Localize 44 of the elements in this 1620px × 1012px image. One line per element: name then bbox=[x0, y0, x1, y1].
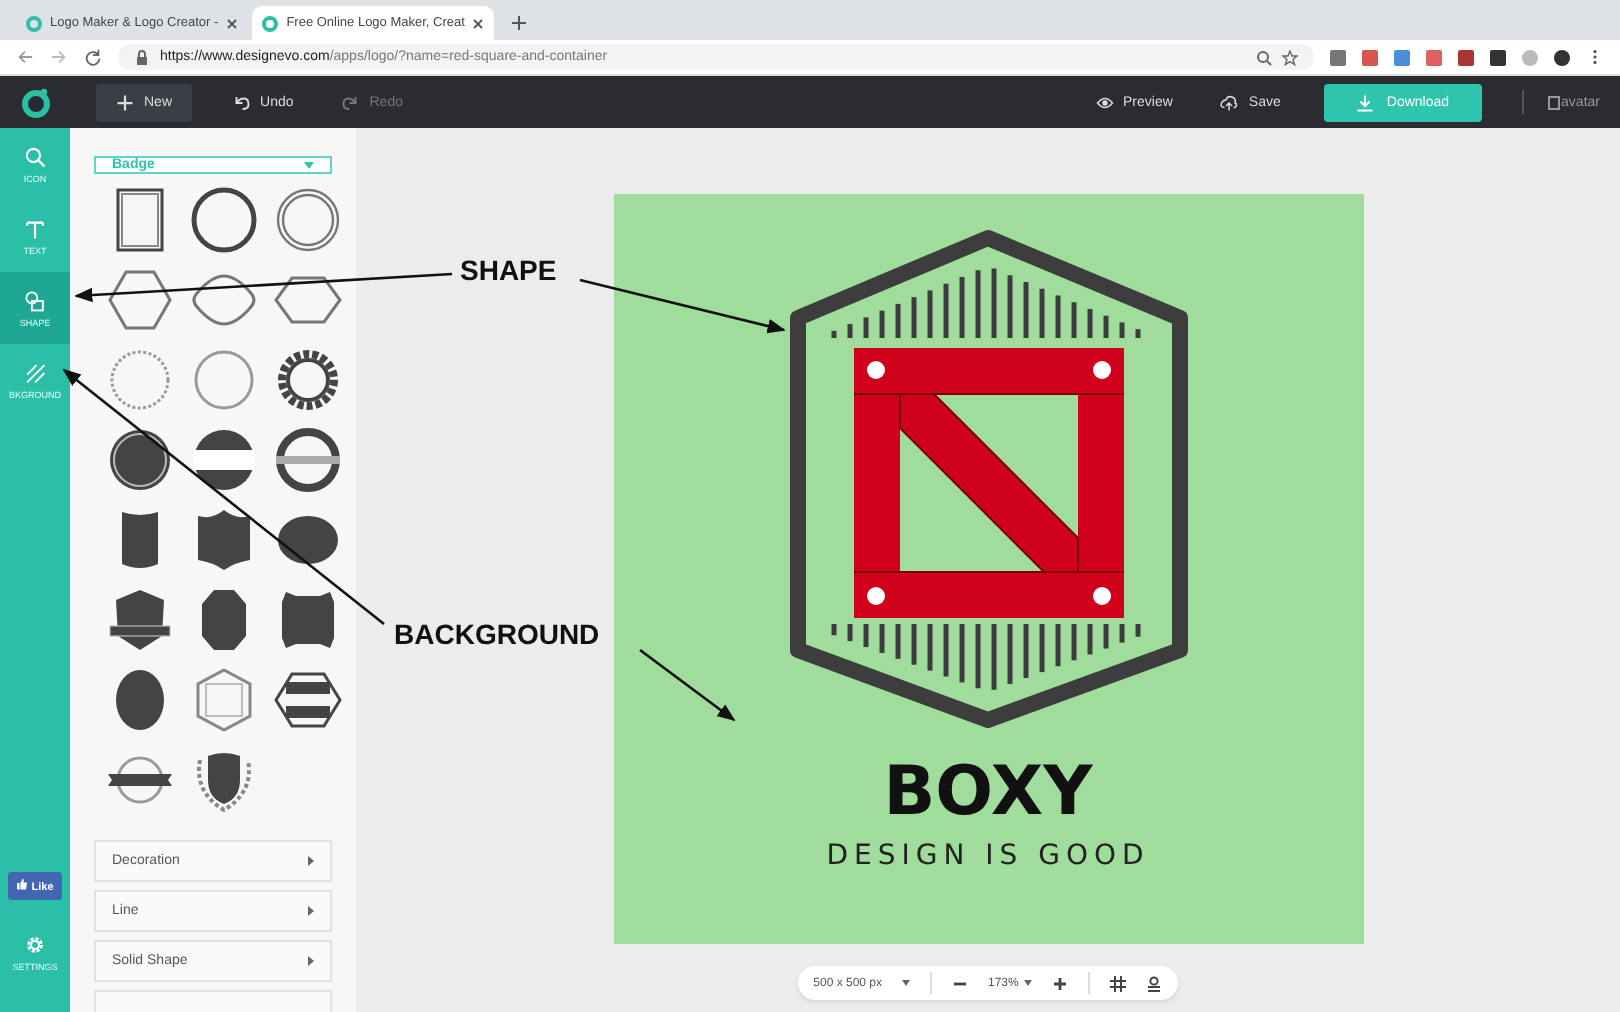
thumbs-up-icon bbox=[16, 878, 29, 890]
shapes-icon bbox=[24, 289, 46, 311]
zoom-icon[interactable] bbox=[1256, 49, 1272, 65]
back-icon[interactable] bbox=[16, 48, 34, 66]
badge-shape-icon[interactable] bbox=[272, 344, 344, 416]
caret-icon[interactable] bbox=[1024, 980, 1033, 986]
text-icon bbox=[24, 217, 46, 239]
undo-icon bbox=[232, 93, 251, 111]
settings-icon bbox=[24, 933, 46, 955]
redo-icon bbox=[341, 93, 360, 111]
lock-icon bbox=[134, 49, 150, 65]
grid-icon[interactable] bbox=[1110, 975, 1127, 991]
annotation-label: BACKGROUND bbox=[394, 618, 600, 650]
caret-icon bbox=[308, 856, 314, 866]
plus-icon bbox=[116, 93, 134, 111]
stamp-icon[interactable] bbox=[1146, 975, 1163, 991]
site-icon bbox=[262, 15, 279, 31]
search-icon bbox=[24, 145, 46, 167]
app-logo[interactable] bbox=[20, 86, 52, 118]
caret-icon bbox=[308, 956, 314, 966]
logo-slogan: DESIGN IS GOOD bbox=[826, 840, 1150, 872]
caret-icon bbox=[304, 161, 314, 169]
annotation-label: SHAPE bbox=[460, 254, 557, 286]
caret-icon[interactable] bbox=[902, 980, 910, 986]
badge-shape-icon[interactable] bbox=[104, 424, 176, 496]
hatch-icon bbox=[24, 361, 46, 383]
badge-shape-icon[interactable] bbox=[188, 184, 260, 256]
profile-avatar[interactable] bbox=[1554, 49, 1570, 65]
download-icon bbox=[1356, 93, 1375, 111]
cloud-upload-icon bbox=[1220, 93, 1239, 111]
logo-name: BOXY bbox=[883, 752, 1093, 832]
annotation-arrow bbox=[639, 648, 736, 722]
site-icon bbox=[26, 15, 42, 31]
zoom-in-icon[interactable] bbox=[1052, 975, 1069, 991]
eye-icon bbox=[1095, 93, 1114, 111]
badge-shape-icon[interactable] bbox=[104, 584, 176, 656]
reload-icon[interactable] bbox=[84, 48, 102, 66]
caret-icon bbox=[308, 906, 314, 916]
close-icon[interactable] bbox=[226, 17, 239, 29]
star-icon[interactable] bbox=[1282, 49, 1298, 65]
badge-shape-icon[interactable] bbox=[272, 424, 344, 496]
close-icon[interactable] bbox=[472, 17, 485, 29]
new-tab-icon[interactable] bbox=[510, 14, 529, 32]
badge-shape-icon[interactable] bbox=[188, 424, 260, 496]
